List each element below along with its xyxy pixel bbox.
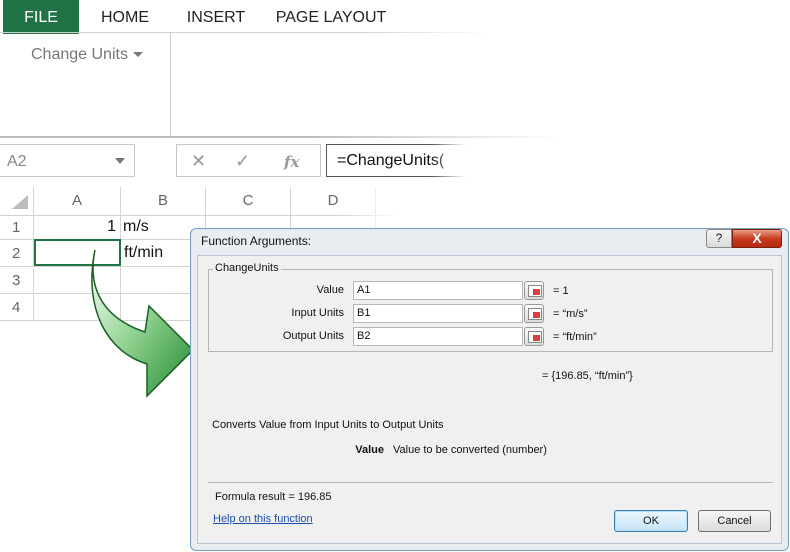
row-header-1[interactable]: 1 [0,215,34,241]
ok-button[interactable]: OK [614,510,688,532]
overall-result: = {196.85, “ft/min”} [542,370,633,382]
ribbon-tab-file[interactable]: FILE [3,0,79,34]
function-arguments-dialog: Function Arguments: ? X ChangeUnits Valu… [190,228,789,551]
question-icon: ? [715,231,723,245]
help-button[interactable]: ? [706,229,732,248]
row-header-4[interactable]: 4 [0,295,34,321]
arg-result-value: = 1 [553,285,569,297]
name-box[interactable]: A2 [0,144,135,177]
arguments-group: ChangeUnits Value A1 = 1 Input Units B1 … [208,262,773,352]
arg-input-output-units[interactable]: B2 [353,327,523,346]
change-units-label: Change Units [31,46,128,63]
collapse-dialog-icon[interactable] [524,304,544,323]
formula-text: =ChangeUnits( [337,152,445,169]
dialog-divider [208,482,773,483]
column-header-a[interactable]: A [34,187,121,215]
collapse-dialog-icon[interactable] [524,281,544,300]
cell-b1[interactable]: m/s [123,218,149,236]
ribbon-tab-insert[interactable]: INSERT [178,0,254,34]
row-header-3[interactable]: 3 [0,268,34,294]
insert-function-icon[interactable]: fx [284,153,299,171]
grid-corner-cell[interactable] [0,187,34,215]
caret-down-icon [132,52,143,58]
group-label: ChangeUnits [213,262,281,274]
arg-result-input-units: = “m/s” [553,308,588,320]
param-name: Value [355,444,384,456]
ribbon-group-separator [170,33,171,136]
column-header-c[interactable]: C [206,187,291,215]
ribbon-tab-underline [0,32,790,33]
cancel-entry-icon[interactable]: ✕ [191,151,206,172]
name-box-value: A2 [7,153,27,170]
grid-line [0,215,400,216]
dialog-title: Function Arguments: [201,234,312,248]
ribbon-tab-page-layout[interactable]: PAGE LAYOUT [270,0,392,34]
column-header-d[interactable]: D [291,187,376,215]
cancel-button[interactable]: Cancel [698,510,771,532]
cell-a1[interactable]: 1 [100,218,116,236]
close-icon: X [752,230,762,246]
ribbon-bottom-border [0,136,560,138]
param-description: Value to be converted (number) [393,444,547,456]
formula-result: Formula result = 196.85 [215,491,332,503]
name-box-dropdown-icon[interactable] [115,158,125,164]
arg-input-value[interactable]: A1 [353,281,523,300]
function-description: Converts Value from Input Units to Outpu… [212,419,444,431]
enter-entry-icon[interactable]: ✓ [235,151,250,172]
arg-label-input-units: Input Units [291,307,344,319]
dialog-body: ChangeUnits Value A1 = 1 Input Units B1 … [197,255,782,544]
arg-result-output-units: = “ft/min” [553,331,597,343]
collapse-dialog-icon[interactable] [524,327,544,346]
arg-label-value: Value [316,284,344,296]
formula-input[interactable]: =ChangeUnits( [326,144,466,177]
column-header-b[interactable]: B [121,187,206,215]
row-header-2[interactable]: 2 [0,241,34,267]
arg-input-input-units[interactable]: B1 [353,304,523,323]
close-button[interactable]: X [732,229,782,248]
green-curved-arrow-icon [91,249,195,398]
formula-buttons: ✕ ✓ fx [176,144,321,177]
change-units-dropdown[interactable]: Change Units [31,46,143,64]
help-on-function-link[interactable]: Help on this function [213,513,313,525]
arg-label-output-units: Output Units [282,330,344,342]
ribbon-tab-home[interactable]: HOME [88,0,162,34]
